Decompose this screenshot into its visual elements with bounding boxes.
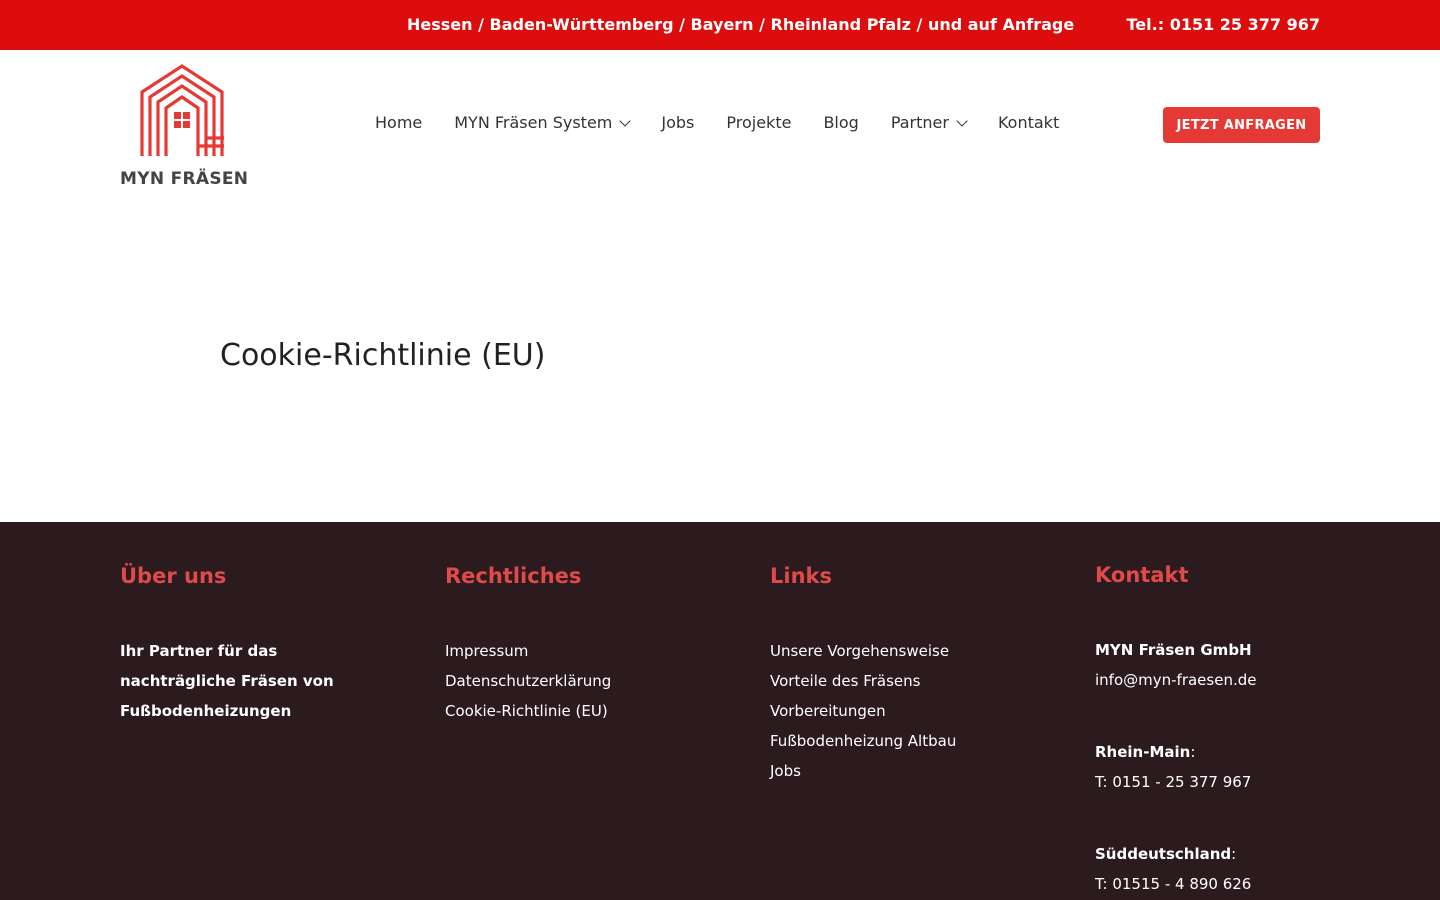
footer-link-vorbereitungen[interactable]: Vorbereitungen xyxy=(770,696,956,726)
footer-links: Links Unsere Vorgehensweise Vorteile des… xyxy=(770,564,956,786)
nav-item-label: Jobs xyxy=(661,113,695,132)
nav-item-projekte[interactable]: Projekte xyxy=(726,113,791,132)
footer-heading-links: Links xyxy=(770,564,832,588)
contact-phone-link[interactable]: T: 01515 - 4 890 626 xyxy=(1095,875,1251,893)
nav-item-blog[interactable]: Blog xyxy=(823,113,858,132)
footer-link-vorgehensweise[interactable]: Unsere Vorgehensweise xyxy=(770,636,956,666)
about-text-line: Fußbodenheizungen xyxy=(120,702,292,720)
about-text-line: Ihr Partner für das xyxy=(120,642,278,660)
nav-item-home[interactable]: Home xyxy=(375,113,422,132)
service-regions: Hessen / Baden-Württemberg / Bayern / Rh… xyxy=(407,15,1075,34)
request-now-button[interactable]: JETZT ANFRAGEN xyxy=(1163,107,1320,143)
chevron-down-icon xyxy=(619,114,632,127)
region-colon: : xyxy=(1231,845,1237,863)
footer-about: Über uns Ihr Partner für das nachträglic… xyxy=(120,564,380,726)
company-name: MYN Fräsen GmbH xyxy=(1095,641,1252,659)
nav-item-label: Home xyxy=(375,113,423,132)
footer-link-cookie-policy[interactable]: Cookie-Richtlinie (EU) xyxy=(445,696,611,726)
nav-item-label: MYN Fräsen System xyxy=(454,113,613,132)
site-footer: Über uns Ihr Partner für das nachträglic… xyxy=(0,522,1440,900)
contact-email-link[interactable]: info@myn-fraesen.de xyxy=(1095,671,1256,689)
nav-item-label: Projekte xyxy=(726,113,792,132)
region-label: Süddeutschland xyxy=(1095,845,1232,863)
footer-heading-legal: Rechtliches xyxy=(445,564,582,588)
contact-phone-link[interactable]: T: 0151 - 25 377 967 xyxy=(1095,773,1251,791)
footer-heading-about: Über uns xyxy=(120,564,227,588)
footer-link-altbau[interactable]: Fußbodenheizung Altbau xyxy=(770,726,956,756)
footer-link-impressum[interactable]: Impressum xyxy=(445,636,611,666)
logo[interactable]: MYN FRÄSEN xyxy=(120,64,250,189)
nav-item-jobs[interactable]: Jobs xyxy=(661,113,694,132)
nav-item-label: Kontakt xyxy=(997,113,1060,132)
topbar-phone-link[interactable]: Tel.: 0151 25 377 967 xyxy=(1127,15,1320,34)
footer-legal: Rechtliches Impressum Datenschutzerkläru… xyxy=(445,564,611,726)
nav-item-myn-fraesen-system[interactable]: MYN Fräsen System xyxy=(454,113,632,132)
site-header: MYN FRÄSEN Home MYN Fräsen System Jobs P… xyxy=(0,50,1440,200)
footer-contact: Kontakt MYN Fräsen GmbH info@myn-fraesen… xyxy=(1095,563,1256,899)
footer-heading-contact: Kontakt xyxy=(1095,563,1189,587)
main-nav: Home MYN Fräsen System Jobs Projekte Blo… xyxy=(375,113,1059,132)
page-title: Cookie-Richtlinie (EU) xyxy=(220,338,546,373)
nav-item-label: Blog xyxy=(823,113,859,132)
region-label: Rhein-Main xyxy=(1095,743,1191,761)
region-colon: : xyxy=(1190,743,1196,761)
nav-item-kontakt[interactable]: Kontakt xyxy=(998,113,1059,132)
chevron-down-icon xyxy=(956,114,968,127)
footer-link-datenschutz[interactable]: Datenschutzerklärung xyxy=(445,666,611,696)
footer-link-vorteile[interactable]: Vorteile des Fräsens xyxy=(770,666,956,696)
about-text-line: nachträgliche Fräsen von xyxy=(120,672,334,690)
nav-item-label: Partner xyxy=(890,113,949,132)
footer-link-jobs[interactable]: Jobs xyxy=(770,756,956,786)
top-bar: Hessen / Baden-Württemberg / Bayern / Rh… xyxy=(0,0,1440,50)
logo-wordmark: MYN FRÄSEN xyxy=(120,169,249,189)
nav-item-partner[interactable]: Partner xyxy=(890,113,968,132)
house-logo-icon xyxy=(140,64,224,156)
